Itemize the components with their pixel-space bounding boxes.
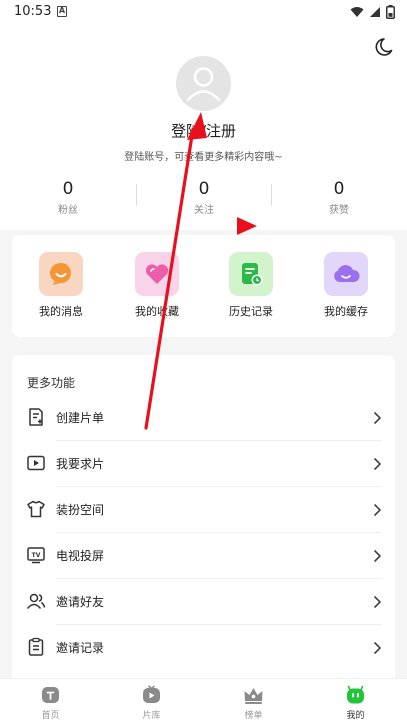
crown-icon xyxy=(244,688,263,704)
tab-rankings[interactable]: 榜单 xyxy=(203,679,304,723)
chevron-right-icon xyxy=(373,641,382,655)
chevron-right-icon xyxy=(373,411,382,425)
tab-label: 首页 xyxy=(41,711,60,721)
history-icon xyxy=(229,252,273,296)
tshirt-icon xyxy=(27,500,45,518)
menu-item-dress-up[interactable]: 装扮空间 xyxy=(25,487,382,533)
invite-friends-icon xyxy=(26,593,46,609)
quick-action-label: 我的收藏 xyxy=(135,305,179,318)
tab-label: 我的 xyxy=(346,711,365,721)
quick-action-favorites[interactable]: 我的收藏 xyxy=(122,252,192,319)
tab-mine[interactable]: 我的 xyxy=(305,679,406,723)
login-subtitle: 登陆账号，可查看更多精彩内容哦~ xyxy=(124,152,283,163)
quick-action-label: 我的消息 xyxy=(39,305,83,318)
stat-likes-value: 0 xyxy=(333,179,345,199)
heart-icon xyxy=(135,252,179,296)
clipboard-icon xyxy=(28,637,44,656)
signal-icon xyxy=(370,7,380,17)
stat-likes-label: 获赞 xyxy=(329,205,349,216)
mine-icon xyxy=(347,685,364,704)
tab-home[interactable]: 首页 xyxy=(0,679,101,723)
chevron-right-icon xyxy=(373,549,382,563)
menu-item-label: 电视投屏 xyxy=(56,549,105,563)
chevron-right-icon xyxy=(373,595,382,609)
menu-item-create-list[interactable]: 创建片单 xyxy=(25,395,382,441)
quick-action-label: 我的缓存 xyxy=(324,305,368,318)
wifi-icon xyxy=(350,7,364,17)
quick-action-history[interactable]: 历史记录 xyxy=(216,252,286,319)
tab-label: 片库 xyxy=(142,711,161,721)
stat-following-value: 0 xyxy=(198,179,210,199)
tv-icon: TV xyxy=(27,547,45,564)
battery-icon xyxy=(386,5,395,19)
request-video-icon xyxy=(27,455,45,471)
avatar[interactable] xyxy=(176,56,231,111)
home-icon xyxy=(42,687,59,703)
status-time: 10:53 xyxy=(14,4,52,19)
tab-label: 榜单 xyxy=(244,711,263,721)
chevron-right-icon xyxy=(373,503,382,517)
menu-item-label: 我要求片 xyxy=(56,457,105,471)
stat-following-label: 关注 xyxy=(194,205,214,216)
message-icon xyxy=(39,252,83,296)
quick-action-cache[interactable]: 我的缓存 xyxy=(311,252,381,319)
menu-item-invite-records[interactable]: 邀请记录 xyxy=(25,625,382,671)
create-list-icon xyxy=(29,408,43,426)
menu-item-request-video[interactable]: 我要求片 xyxy=(25,441,382,487)
login-register-link[interactable]: 登陆/注册 xyxy=(0,120,407,141)
notification-a-icon: A xyxy=(57,6,67,17)
menu-item-tv-cast[interactable]: TV 电视投屏 xyxy=(25,533,382,579)
tab-library[interactable]: 片库 xyxy=(101,679,202,723)
menu-item-label: 装扮空间 xyxy=(56,503,105,517)
bottom-tab-bar: 首页 片库 榜单 我的 xyxy=(0,678,407,723)
stat-fans-value: 0 xyxy=(62,179,74,199)
status-icons xyxy=(350,5,395,19)
stat-likes[interactable]: 0 获赞 xyxy=(271,179,407,216)
status-bar: 10:53 A xyxy=(0,0,407,24)
library-icon xyxy=(143,685,160,703)
more-functions-title: 更多功能 xyxy=(27,376,76,390)
chevron-right-icon xyxy=(373,457,382,471)
default-user-icon xyxy=(186,67,221,102)
quick-action-messages[interactable]: 我的消息 xyxy=(26,252,96,319)
quick-action-label: 历史记录 xyxy=(229,305,273,318)
menu-item-label: 邀请记录 xyxy=(56,641,105,655)
quick-actions-card: 我的消息 我的收藏 历史记录 我的缓存 xyxy=(12,235,395,337)
profile-header: 登陆/注册 登陆账号，可查看更多精彩内容哦~ 0 粉丝 0 关注 0 获赞 xyxy=(0,24,407,230)
cloud-icon xyxy=(324,252,368,296)
more-functions-card: 更多功能 创建片单 我要求片 装扮空间 TV 电视投屏 邀请好友 邀请记录 xyxy=(12,355,395,685)
dark-mode-moon-icon[interactable] xyxy=(372,36,394,58)
stat-fans[interactable]: 0 粉丝 xyxy=(0,179,136,216)
menu-item-label: 创建片单 xyxy=(56,411,105,425)
stat-following[interactable]: 0 关注 xyxy=(136,179,272,216)
menu-item-label: 邀请好友 xyxy=(56,595,105,609)
menu-item-invite-friends[interactable]: 邀请好友 xyxy=(25,579,382,625)
svg-text:TV: TV xyxy=(32,552,41,559)
stat-fans-label: 粉丝 xyxy=(58,205,78,216)
